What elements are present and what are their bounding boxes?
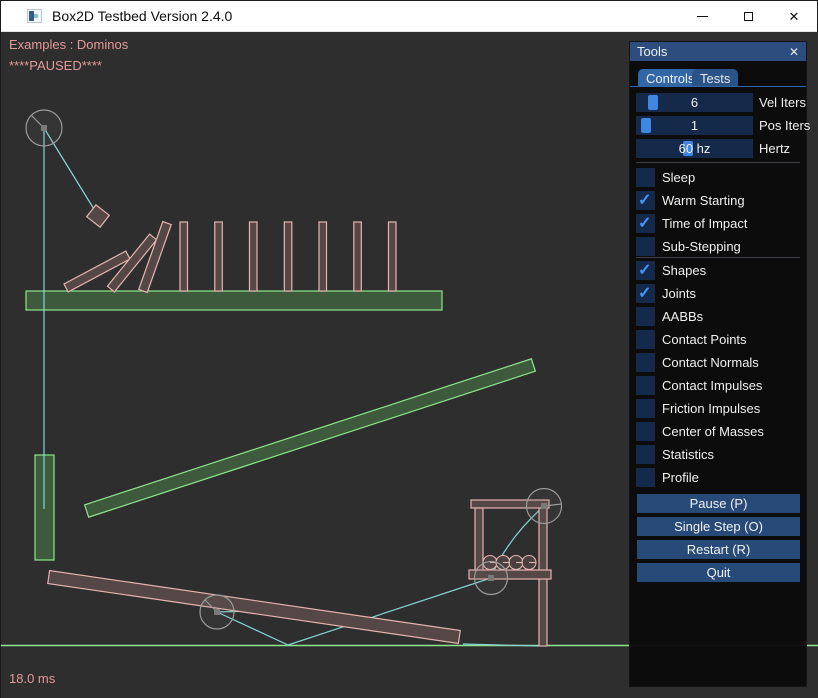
standing-domino [250, 222, 258, 291]
checkbox-box[interactable]: ✓ [636, 191, 655, 210]
cradle-left-leg [475, 508, 483, 571]
minimize-button[interactable] [679, 1, 725, 31]
frame-time-label: 18.0 ms [9, 671, 55, 686]
hertz-slider[interactable]: 60 hz [636, 139, 753, 158]
checkbox-box[interactable]: ✓ [636, 307, 655, 326]
checkbox-label: Center of Masses [662, 424, 764, 439]
vel-iters-label: Vel Iters [759, 95, 806, 110]
standing-domino [319, 222, 327, 291]
titlebar[interactable]: Box2D Testbed Version 2.4.0 ✕ [1, 1, 817, 32]
vel-iters-value: 6 [636, 95, 753, 110]
check-icon: ✓ [638, 213, 651, 233]
checkbox-box[interactable]: ✓ [636, 376, 655, 395]
checkbox-label: Friction Impulses [662, 401, 760, 416]
fallen-domino [139, 222, 172, 293]
standing-domino [389, 222, 397, 291]
joint-anchor [541, 503, 547, 509]
check-icon: ✓ [638, 260, 651, 280]
standing-domino [215, 222, 223, 291]
checkbox-label: Profile [662, 470, 699, 485]
maximize-icon [744, 12, 753, 21]
checkbox-sleep[interactable]: ✓ Sleep [636, 168, 695, 187]
vel-iters-slider[interactable]: 6 [636, 93, 753, 112]
checkbox-contact-impulses[interactable]: ✓ Contact Impulses [636, 376, 762, 395]
standing-domino [180, 222, 188, 291]
maximize-button[interactable] [725, 1, 771, 31]
checkbox-box[interactable]: ✓ [636, 353, 655, 372]
ramp-plank [85, 359, 536, 517]
example-label: Examples : Dominos [9, 37, 128, 52]
checkbox-label: Contact Points [662, 332, 747, 347]
close-icon: ✕ [789, 10, 800, 23]
checkbox-box[interactable]: ✓ [636, 168, 655, 187]
checkbox-box[interactable]: ✓ [636, 284, 655, 303]
checkbox-box[interactable]: ✓ [636, 399, 655, 418]
checkbox-aabbs[interactable]: ✓ AABBs [636, 307, 703, 326]
checkbox-label: Time of Impact [662, 216, 747, 231]
checkbox-shapes[interactable]: ✓ Shapes [636, 261, 706, 280]
app-icon [27, 9, 42, 23]
knocked-box [87, 205, 110, 227]
quit-button[interactable]: Quit [637, 563, 800, 582]
check-icon: ✓ [638, 190, 651, 210]
joint-anchor [214, 609, 220, 615]
checkbox-contact-points[interactable]: ✓ Contact Points [636, 330, 747, 349]
checkbox-label: AABBs [662, 309, 703, 324]
pause-button[interactable]: Pause (P) [637, 494, 800, 513]
checkbox-label: Joints [662, 286, 696, 301]
checkbox-box[interactable]: ✓ [636, 468, 655, 487]
joint-anchor [488, 575, 494, 581]
checkbox-label: Warm Starting [662, 193, 745, 208]
physics-canvas-area: Examples : Dominos ****PAUSED**** 18.0 m… [1, 32, 818, 698]
standing-domino [354, 222, 362, 291]
check-icon: ✓ [638, 283, 651, 303]
paused-label: ****PAUSED**** [9, 58, 102, 73]
restart-button[interactable]: Restart (R) [637, 540, 800, 559]
checkbox-box[interactable]: ✓ [636, 237, 655, 256]
checkbox-joints[interactable]: ✓ Joints [636, 284, 696, 303]
seesaw-plank [48, 571, 461, 644]
checkbox-time-of-impact[interactable]: ✓ Time of Impact [636, 214, 747, 233]
pos-iters-label: Pos Iters [759, 118, 810, 133]
checkbox-box[interactable]: ✓ [636, 214, 655, 233]
joint-anchor [41, 125, 47, 131]
tools-close-icon[interactable]: ✕ [789, 46, 799, 58]
pos-iters-slider[interactable]: 1 [636, 116, 753, 135]
dominos-platform [26, 291, 442, 310]
checkbox-box[interactable]: ✓ [636, 422, 655, 441]
tools-panel: Tools ✕ Controls Tests 6 Vel Iters 1 Pos… [629, 41, 807, 687]
pos-iters-value: 1 [636, 118, 753, 133]
single-step-button[interactable]: Single Step (O) [637, 517, 800, 536]
checkbox-center-of-masses[interactable]: ✓ Center of Masses [636, 422, 764, 441]
checkbox-friction-impulses[interactable]: ✓ Friction Impulses [636, 399, 760, 418]
app-window: Box2D Testbed Version 2.4.0 ✕ [0, 0, 818, 698]
checkbox-statistics[interactable]: ✓ Statistics [636, 445, 714, 464]
tools-title-text: Tools [637, 44, 667, 59]
checkbox-box[interactable]: ✓ [636, 261, 655, 280]
close-button[interactable]: ✕ [771, 1, 817, 31]
tools-titlebar[interactable]: Tools ✕ [630, 42, 806, 61]
hertz-label: Hertz [759, 141, 790, 156]
separator [636, 257, 800, 258]
checkbox-sub-stepping[interactable]: ✓ Sub-Stepping [636, 237, 741, 256]
checkbox-profile[interactable]: ✓ Profile [636, 468, 699, 487]
checkbox-label: Shapes [662, 263, 706, 278]
checkbox-label: Statistics [662, 447, 714, 462]
tabbar-underline [630, 86, 806, 87]
checkbox-box[interactable]: ✓ [636, 445, 655, 464]
checkbox-box[interactable]: ✓ [636, 330, 655, 349]
tab-tests[interactable]: Tests [692, 69, 738, 87]
checkbox-contact-normals[interactable]: ✓ Contact Normals [636, 353, 759, 372]
checkbox-label: Contact Normals [662, 355, 759, 370]
separator [636, 162, 800, 163]
minimize-icon [697, 16, 708, 17]
checkbox-warm-starting[interactable]: ✓ Warm Starting [636, 191, 745, 210]
checkbox-label: Sub-Stepping [662, 239, 741, 254]
checkbox-label: Sleep [662, 170, 695, 185]
checkbox-label: Contact Impulses [662, 378, 762, 393]
window-title: Box2D Testbed Version 2.4.0 [52, 8, 232, 24]
standing-domino [284, 222, 292, 291]
hertz-value: 60 hz [636, 141, 753, 156]
